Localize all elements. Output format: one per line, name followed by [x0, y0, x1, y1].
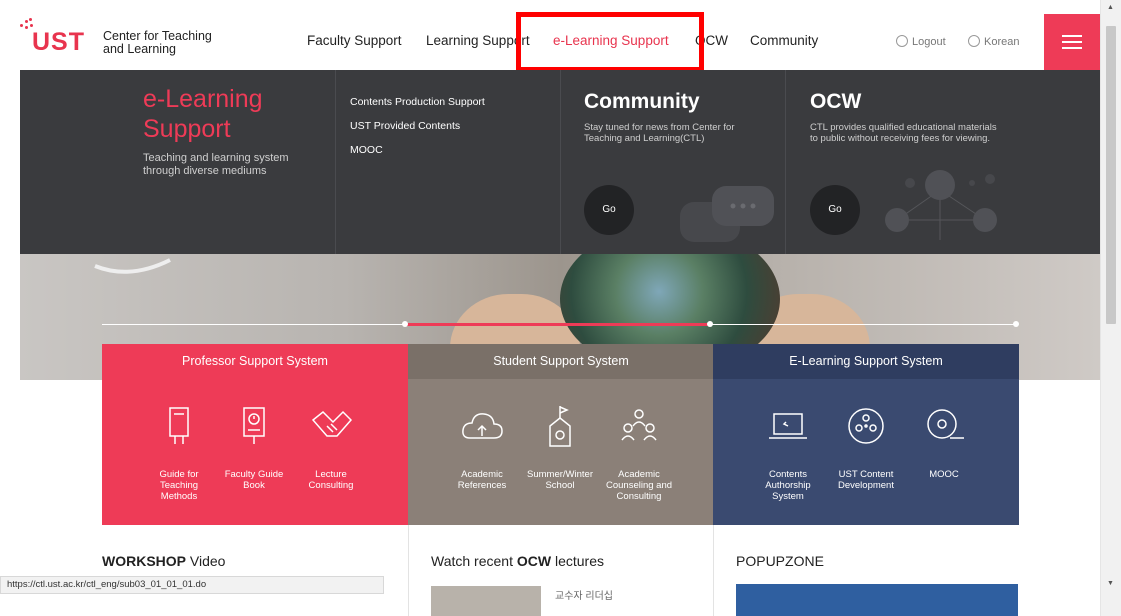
slider-dot-1[interactable]: [402, 321, 408, 327]
language-label: Korean: [984, 36, 1020, 48]
student-support-title[interactable]: Student Support System: [408, 344, 714, 379]
mooc-item[interactable]: MOOC: [909, 404, 979, 480]
cloud-upload-icon: [462, 413, 503, 439]
ocw-title: OCW: [810, 90, 862, 113]
item-label: Faculty Guide Book: [224, 469, 284, 491]
e-learning-support-title[interactable]: E-Learning Support System: [713, 344, 1019, 379]
laptop-icon: [769, 413, 807, 439]
film-reel-icon: [848, 408, 884, 444]
site-name[interactable]: Center for Teaching and Learning: [103, 30, 233, 56]
guide-teaching-methods[interactable]: Guide for Teaching Methods: [144, 404, 214, 502]
item-label: MOOC: [929, 469, 959, 480]
item-label: Guide for Teaching Methods: [159, 469, 199, 502]
item-label: Contents Authorship System: [765, 469, 811, 502]
vertical-scrollbar[interactable]: ▲ ▼: [1100, 0, 1121, 616]
hamburger-menu-button[interactable]: [1044, 14, 1100, 70]
community-go-button[interactable]: Go: [584, 185, 634, 235]
status-bar-url: https://ctl.ust.ac.kr/ctl_eng/sub03_01_0…: [0, 576, 384, 594]
ocw-lectures-title[interactable]: Watch recent OCW lectures: [431, 553, 604, 569]
item-label: Academic References: [457, 469, 507, 491]
school-building-icon: [549, 406, 571, 447]
summer-winter-school[interactable]: Summer/Winter School: [525, 404, 595, 491]
slider-progress: [405, 323, 711, 326]
slider-dot-2[interactable]: [707, 321, 713, 327]
link-mooc[interactable]: MOOC: [350, 144, 383, 156]
globe-icon: [968, 35, 980, 47]
popupzone-banner[interactable]: [736, 584, 1018, 616]
lecture-consulting[interactable]: Lecture Consulting: [296, 404, 366, 491]
contents-authorship-system[interactable]: Contents Authorship System: [753, 404, 823, 502]
academic-references[interactable]: Academic References: [447, 404, 517, 491]
professor-support-panel: Professor Support System Guide for Teach…: [102, 344, 408, 525]
ust-logo[interactable]: UST: [32, 28, 85, 57]
nav-faculty-support[interactable]: Faculty Support: [307, 33, 402, 48]
workshop-video-title[interactable]: WORKSHOP Video: [102, 553, 225, 569]
item-label: Academic Counseling and Consulting: [605, 469, 673, 502]
link-contents-production-support[interactable]: Contents Production Support: [350, 96, 485, 108]
e-learning-support-panel: E-Learning Support System Contents Autho…: [713, 344, 1019, 525]
clipboard-clock-icon: [243, 407, 265, 444]
item-label: UST Content Development: [838, 469, 894, 491]
page: UST Center for Teaching and Learning Fac…: [0, 0, 1121, 616]
community-description: Stay tuned for news from Center for Teac…: [584, 122, 735, 144]
academic-counseling[interactable]: Academic Counseling and Consulting: [604, 404, 674, 502]
nav-learning-support[interactable]: Learning Support: [426, 33, 530, 48]
people-group-icon: [621, 409, 657, 441]
ust-content-development[interactable]: UST Content Development: [831, 404, 901, 491]
ocw-description: CTL provides qualified educational mater…: [810, 122, 997, 144]
disc-icon: [927, 409, 964, 439]
podium-icon: [169, 407, 189, 444]
chat-bubbles-icon: [680, 186, 774, 242]
menu-icon: [1062, 35, 1082, 37]
mega-menu-title: e-Learning Support: [143, 85, 263, 143]
community-title: Community: [584, 90, 700, 113]
language-link[interactable]: Korean: [968, 35, 1019, 48]
logout-link[interactable]: Logout: [896, 35, 946, 48]
refresh-arrow-icon: [94, 258, 171, 274]
ocw-lecture-thumbnail[interactable]: [431, 586, 541, 616]
highlight-annotation: [516, 12, 704, 72]
item-label: Summer/Winter School: [527, 469, 593, 491]
student-support-panel: Student Support System Academic Referenc…: [408, 344, 714, 525]
link-ust-provided-contents[interactable]: UST Provided Contents: [350, 120, 460, 132]
slider-dot-3[interactable]: [1013, 321, 1019, 327]
professor-support-title[interactable]: Professor Support System: [102, 344, 408, 379]
mega-menu-description: Teaching and learning system through div…: [143, 152, 289, 177]
logout-label: Logout: [912, 36, 946, 48]
user-icon: [896, 35, 908, 47]
popupzone-title: POPUPZONE: [736, 553, 824, 569]
mega-menu-dropdown: e-Learning Support Teaching and learning…: [20, 70, 1100, 254]
faculty-guide-book[interactable]: Faculty Guide Book: [219, 404, 289, 491]
scroll-up-arrow-icon[interactable]: ▲: [1107, 4, 1114, 11]
item-label: Lecture Consulting: [308, 469, 354, 491]
ocw-lecture-title[interactable]: 교수자 리더십: [555, 587, 613, 602]
scrollbar-thumb[interactable]: [1106, 26, 1116, 324]
nav-community[interactable]: Community: [750, 33, 818, 48]
ocw-go-button[interactable]: Go: [810, 185, 860, 235]
scroll-down-arrow-icon[interactable]: ▼: [1107, 580, 1114, 587]
handshake-icon: [311, 410, 353, 437]
media-network-icon: [885, 170, 997, 240]
